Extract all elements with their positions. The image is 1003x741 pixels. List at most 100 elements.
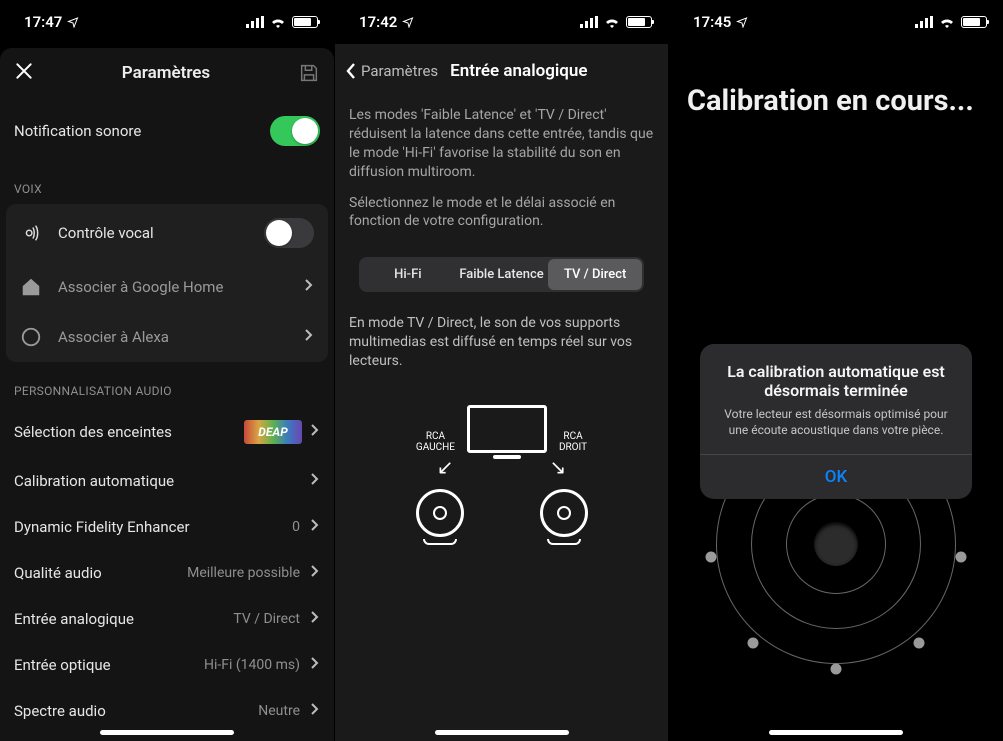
- status-time: 17:45: [693, 13, 731, 31]
- segment-tv-direct[interactable]: TV / Direct: [548, 259, 642, 290]
- chevron-right-icon: [304, 328, 314, 346]
- speaker-left-icon: [416, 489, 464, 545]
- voice-icon: [20, 222, 58, 244]
- battery-icon: [961, 16, 987, 28]
- signal-icon: [915, 16, 933, 28]
- wifi-icon: [939, 16, 955, 28]
- chevron-right-icon: [310, 656, 320, 674]
- panel-settings: 17:47 Paramètres Notification sonore VOI…: [0, 0, 334, 741]
- radar-center: [814, 522, 858, 566]
- row-label: Entrée analogique: [14, 610, 233, 628]
- row-label: Dynamic Fidelity Enhancer: [14, 518, 292, 536]
- close-button[interactable]: [14, 59, 34, 87]
- analog-body: Paramètres Entrée analogique Les modes '…: [335, 44, 668, 741]
- chevron-right-icon: [310, 702, 320, 720]
- settings-sheet: Paramètres Notification sonore VOIX Cont…: [0, 48, 334, 741]
- rca-left-label: RCAGAUCHE: [416, 431, 455, 453]
- row-label: Qualité audio: [14, 564, 187, 582]
- voix-group: Contrôle vocal Associer à Google Home As…: [6, 204, 328, 362]
- close-icon: [14, 61, 34, 81]
- chevron-right-icon: [310, 472, 320, 490]
- row-spectre-audio[interactable]: Spectre audio Neutre: [0, 688, 334, 734]
- row-label: Associer à Google Home: [58, 278, 304, 296]
- info-text-2: Sélectionnez le mode et le délai associé…: [335, 190, 668, 240]
- rca-right-label: RCADROIT: [559, 431, 587, 453]
- row-audio-quality[interactable]: Qualité audio Meilleure possible: [0, 550, 334, 596]
- wifi-icon: [604, 16, 620, 28]
- row-google-home[interactable]: Associer à Google Home: [6, 262, 328, 312]
- chevron-left-icon: [345, 62, 357, 80]
- row-optical-input[interactable]: Entrée optique Hi-Fi (1400 ms): [0, 642, 334, 688]
- row-notification-sound[interactable]: Notification sonore: [0, 98, 334, 160]
- row-value: Meilleure possible: [187, 565, 300, 581]
- section-personnalisation: PERSONNALISATION AUDIO: [0, 362, 334, 406]
- signal-icon: [580, 16, 598, 28]
- nav-title: Paramètres: [122, 63, 210, 83]
- row-analog-input[interactable]: Entrée analogique TV / Direct: [0, 596, 334, 642]
- status-bar: 17:45: [669, 0, 1003, 44]
- status-time: 17:42: [359, 13, 397, 31]
- tv-icon: [467, 405, 547, 453]
- settings-nav: Paramètres: [0, 48, 334, 98]
- segment-hifi[interactable]: Hi-Fi: [361, 259, 455, 290]
- wifi-icon: [270, 16, 286, 28]
- arrow-down-left-icon: ↙: [437, 455, 454, 479]
- back-button[interactable]: Paramètres: [345, 62, 438, 80]
- save-button[interactable]: [298, 62, 320, 84]
- connection-diagram: RCAGAUCHE RCADROIT ↙ ↘: [335, 405, 668, 545]
- row-label: Contrôle vocal: [58, 224, 264, 242]
- chevron-right-icon: [310, 564, 320, 582]
- row-label: Notification sonore: [14, 122, 270, 140]
- battery-icon: [292, 16, 318, 28]
- info-text-1: Les modes 'Faible Latence' et 'TV / Dire…: [335, 98, 668, 190]
- row-dfe[interactable]: Dynamic Fidelity Enhancer 0: [0, 504, 334, 550]
- row-value: TV / Direct: [233, 611, 300, 627]
- status-bar: 17:42: [335, 0, 668, 44]
- voice-toggle[interactable]: [264, 218, 314, 248]
- notification-toggle[interactable]: [270, 116, 320, 146]
- deap-badge: DEAP: [244, 420, 302, 444]
- row-calibration-auto[interactable]: Calibration automatique: [0, 458, 334, 504]
- calibration-alert: La calibration automatique est désormais…: [700, 344, 972, 499]
- arrow-down-right-icon: ↘: [550, 455, 567, 479]
- calibration-body: Calibration en cours... La calibration a…: [669, 44, 1003, 741]
- row-alexa[interactable]: Associer à Alexa: [6, 312, 328, 362]
- row-value: Neutre: [258, 703, 300, 719]
- row-label: Entrée optique: [14, 656, 204, 674]
- page-title: Calibration en cours...: [669, 44, 1003, 128]
- speaker-right-icon: [540, 489, 588, 545]
- home-indicator: [435, 730, 569, 735]
- alexa-icon: [20, 326, 58, 348]
- row-voice-control[interactable]: Contrôle vocal: [6, 204, 328, 262]
- row-label: Spectre audio: [14, 702, 258, 720]
- row-label: Sélection des enceintes: [14, 423, 244, 441]
- analog-nav: Paramètres Entrée analogique: [335, 44, 668, 98]
- battery-icon: [626, 16, 652, 28]
- save-icon: [298, 62, 320, 84]
- chevron-right-icon: [310, 518, 320, 536]
- alert-message: Votre lecteur est désormais optimisé pou…: [700, 406, 972, 454]
- alert-ok-button[interactable]: OK: [700, 454, 972, 499]
- panel-calibration: 17:45 Calibration en cours... La: [668, 0, 1003, 741]
- panel-analog-input: 17:42 Paramètres Entrée analogique Les m…: [334, 0, 668, 741]
- row-value: 0: [292, 519, 300, 535]
- row-label: Associer à Alexa: [58, 328, 304, 346]
- page-title: Entrée analogique: [450, 61, 587, 81]
- status-time: 17:47: [24, 13, 62, 31]
- segment-control[interactable]: Hi-Fi Faible Latence TV / Direct: [359, 257, 644, 292]
- home-icon: [20, 276, 58, 298]
- home-indicator: [769, 730, 903, 735]
- home-indicator: [100, 730, 234, 735]
- row-value: Hi-Fi (1400 ms): [204, 657, 300, 673]
- chevron-right-icon: [310, 610, 320, 628]
- row-label: Calibration automatique: [14, 472, 310, 490]
- row-selection-enceintes[interactable]: Sélection des enceintes DEAP: [0, 406, 334, 458]
- back-label: Paramètres: [361, 62, 438, 80]
- location-icon: [736, 16, 748, 28]
- status-bar: 17:47: [0, 0, 334, 44]
- signal-icon: [246, 16, 264, 28]
- mode-description: En mode TV / Direct, le son de vos suppo…: [335, 306, 668, 379]
- alert-title: La calibration automatique est désormais…: [700, 344, 972, 406]
- segment-faible-latence[interactable]: Faible Latence: [455, 259, 549, 290]
- chevron-right-icon: [310, 423, 320, 441]
